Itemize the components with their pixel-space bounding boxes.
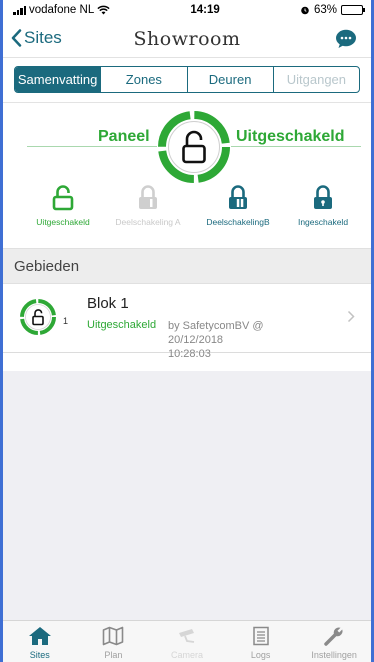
tab-bar: Sites Plan Camera Logs Instellingen (3, 620, 371, 662)
mode-deelschakeling-b[interactable]: DeelschakelingB (193, 185, 283, 227)
tab-uitgangen: Uitgangen (272, 67, 359, 92)
unlock-icon (52, 185, 74, 211)
back-button[interactable]: Sites (11, 28, 62, 48)
home-icon (28, 627, 51, 645)
tab-deuren[interactable]: Deuren (186, 67, 273, 92)
clock: 14:19 (190, 4, 220, 16)
mode-uitgeschakeld[interactable]: Uitgeschakeld (18, 185, 108, 227)
mode-label: DeelschakelingB (206, 217, 270, 227)
log-icon (252, 626, 269, 646)
alarm-icon (301, 6, 309, 15)
panel-label: Paneel (98, 128, 150, 145)
tab-label: Instellingen (311, 650, 357, 660)
tab-label: Logs (250, 650, 271, 660)
status-bar: vodafone NL 14:19 63% (3, 0, 371, 20)
chevron-left-icon (11, 29, 22, 47)
area-number: 1 (63, 316, 69, 326)
empty-list-area (3, 371, 371, 620)
wrench-icon (324, 627, 343, 646)
signal-icon (13, 5, 26, 15)
tab-samenvatting[interactable]: Samenvatting (15, 67, 101, 92)
lock-partial-a-icon (139, 185, 157, 209)
panel-status: Paneel Uitgeschakeld Uitgeschakeld Deels… (3, 103, 371, 248)
carrier-label: vodafone NL (29, 4, 95, 16)
area-status: Uitgeschakeld (87, 319, 157, 331)
battery-percent: 63% (313, 4, 337, 16)
tab-plan[interactable]: Plan (77, 621, 151, 662)
tab-zones[interactable]: Zones (100, 67, 186, 92)
divider-right (231, 146, 361, 147)
area-modified-by: by SafetycomBV @ 20/12/2018 10:28:03 (168, 319, 318, 361)
battery-icon (340, 5, 365, 15)
mode-ingeschakeld[interactable]: Ingeschakeld (278, 185, 368, 227)
segmented-control: Samenvatting Zones Deuren Uitgangen (14, 66, 360, 93)
lock-icon (314, 185, 332, 209)
tab-camera: Camera (150, 621, 224, 662)
status-right: 63% (300, 4, 365, 16)
tab-label: Sites (29, 650, 50, 660)
segmented-control-wrap: Samenvatting Zones Deuren Uitgangen (3, 58, 371, 103)
area-modified-time: 10:28:03 (168, 348, 211, 360)
back-label: Sites (24, 28, 62, 47)
page-title: Showroom (133, 27, 241, 50)
section-title: Gebieden (14, 257, 80, 275)
mode-label: Ingeschakeld (297, 217, 349, 227)
app-frame: vodafone NL 14:19 63% Sites Showroom Sam… (3, 0, 371, 662)
area-unlocked-icon (20, 299, 56, 335)
tab-label: Plan (104, 650, 123, 660)
tab-logs[interactable]: Logs (224, 621, 298, 662)
list-item[interactable]: 1 Blok 1 Uitgeschakeld by SafetycomBV @ … (3, 284, 371, 360)
status-left: vodafone NL (13, 4, 110, 16)
mode-label: Uitgeschakeld (36, 217, 90, 227)
panel-status-label: Uitgeschakeld (236, 128, 345, 145)
map-icon (103, 626, 124, 646)
area-modified-by-line1: by SafetycomBV @ 20/12/2018 (168, 320, 264, 346)
section-header-gebieden: Gebieden (3, 248, 371, 284)
camera-icon (178, 629, 195, 643)
nav-bar: Sites Showroom (3, 20, 371, 58)
panel-unlocked-icon[interactable] (157, 110, 231, 184)
area-name: Blok 1 (87, 295, 129, 312)
chat-bubble-icon[interactable] (335, 29, 357, 49)
mode-label: Deelschakeling A (115, 217, 181, 227)
lock-partial-b-icon (229, 185, 247, 209)
mode-deelschakeling-a: Deelschakeling A (103, 185, 193, 227)
wifi-icon (97, 5, 110, 15)
tab-instellingen[interactable]: Instellingen (297, 621, 371, 662)
chevron-right-icon (347, 310, 355, 323)
divider-left (27, 146, 157, 147)
tab-sites[interactable]: Sites (3, 621, 77, 662)
tab-label: Camera (170, 650, 203, 660)
